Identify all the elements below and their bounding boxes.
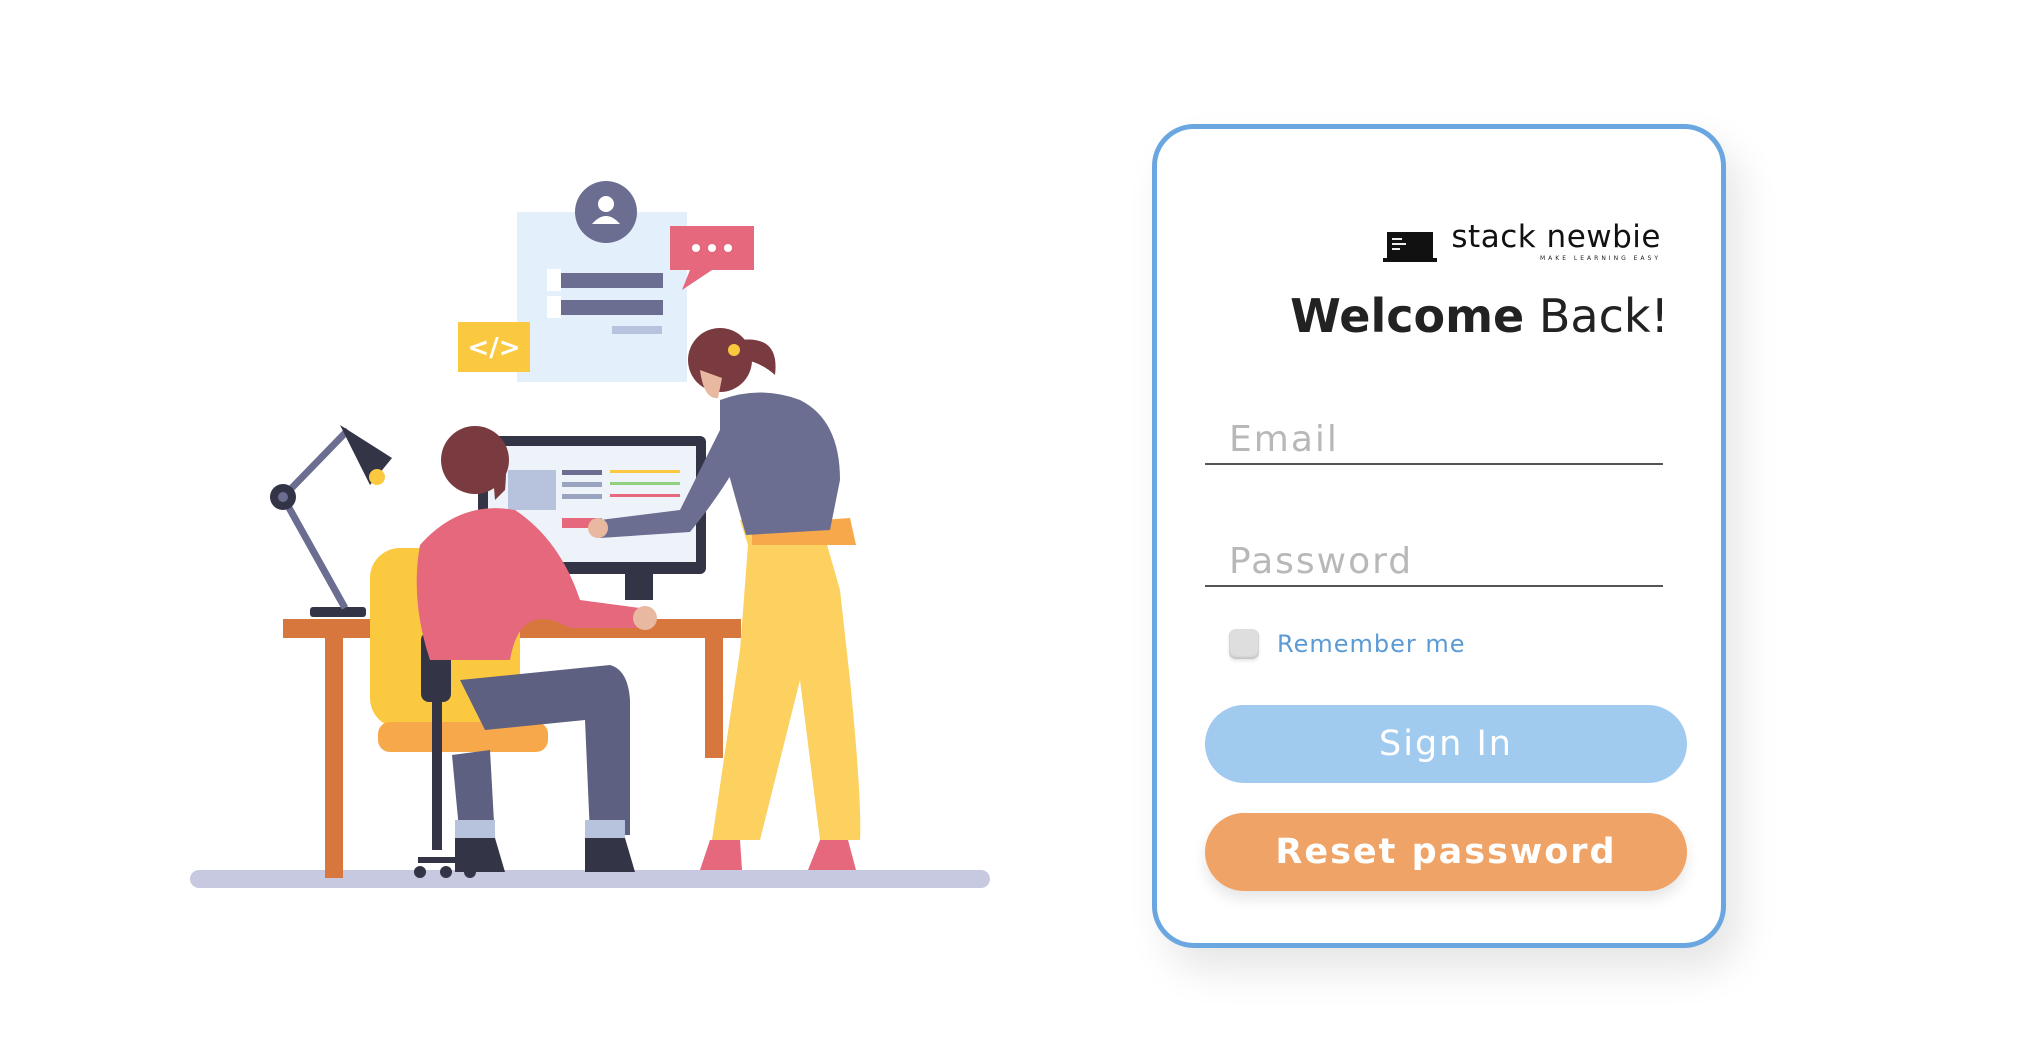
remember-me-label: Remember me [1277, 630, 1466, 658]
title-bold: Welcome [1290, 289, 1525, 343]
brand: stack newbie MAKE LEARNING EASY [1383, 221, 1661, 262]
password-field[interactable] [1205, 541, 1663, 587]
page-title: Welcome Back! [1290, 289, 1669, 343]
sign-in-button[interactable]: Sign In [1205, 705, 1687, 783]
code-tag-icon: </> [458, 322, 530, 372]
reset-password-button[interactable]: Reset password [1205, 813, 1687, 891]
brand-tagline: MAKE LEARNING EASY [1540, 255, 1661, 262]
developers-illustration: </> [190, 181, 990, 888]
remember-me-toggle[interactable]: Remember me [1229, 629, 1466, 659]
login-card: stack newbie MAKE LEARNING EASY Welcome … [1152, 124, 1726, 948]
title-light: Back! [1538, 289, 1669, 343]
remember-me-checkbox[interactable] [1229, 629, 1259, 659]
email-field[interactable] [1205, 419, 1663, 465]
laptop-icon [1383, 232, 1438, 262]
svg-text:</>: </> [467, 333, 520, 363]
floor-shadow [190, 870, 990, 888]
brand-name: stack newbie [1451, 219, 1661, 255]
